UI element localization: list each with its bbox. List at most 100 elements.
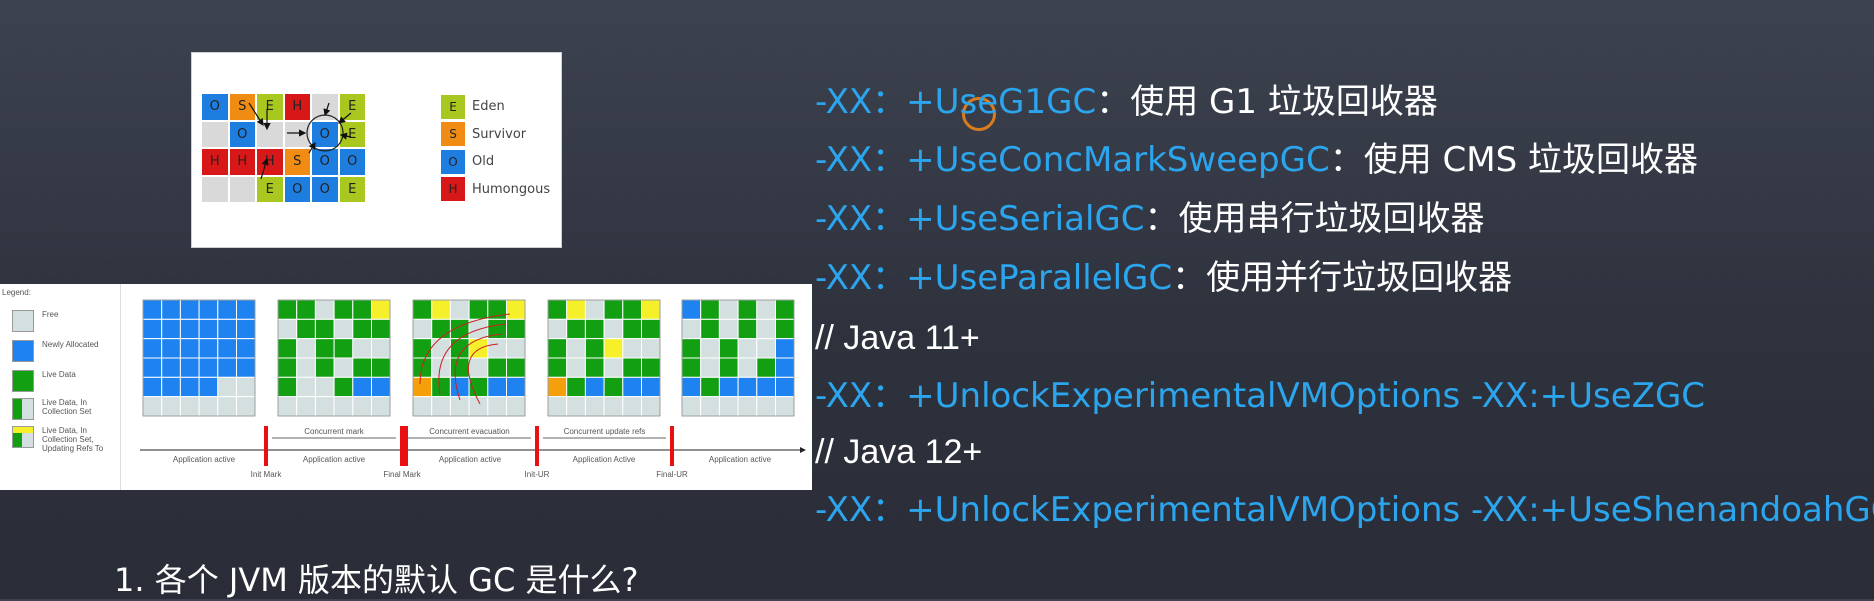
- shen-region-cell: [352, 299, 372, 320]
- shen-region-cell: [333, 299, 354, 320]
- shenandoah-phases-diagram: Legend: Free Newly Allocated Live Data Live…: [0, 284, 812, 490]
- pause-label: Final Mark: [383, 470, 421, 479]
- flag-option: +UseConcMarkSweepGC: [906, 140, 1330, 180]
- shen-region-cell: [449, 376, 470, 398]
- shen-region-cell: [681, 318, 702, 340]
- shen-region-cell: [775, 396, 795, 417]
- shen-region-cell: [566, 396, 586, 417]
- flag-description: ：使用串行垃圾回收器: [1144, 199, 1485, 239]
- shen-region-cell: [775, 318, 795, 340]
- shen-region-cell: [217, 318, 238, 340]
- shen-region-cell: [217, 376, 238, 398]
- shen-region-cell: [641, 376, 661, 398]
- shen-region-cell: [468, 299, 489, 320]
- shen-region-cell: [603, 318, 624, 340]
- shen-region-cell: [277, 357, 298, 378]
- shen-region-cell: [718, 396, 739, 417]
- g1-region-cell: O: [201, 93, 229, 121]
- shen-region-cell: [737, 396, 758, 417]
- g1-region-cell: [201, 175, 229, 203]
- shen-region-cell: [622, 357, 642, 378]
- shen-region-cell: [217, 357, 238, 378]
- shen-region-cell: [179, 299, 200, 320]
- g1-legend: E Eden S Survivor O Old H Humongous: [440, 93, 550, 203]
- shen-region-cell: [547, 338, 568, 359]
- app-phase-label: Application active: [303, 455, 366, 464]
- shen-region-cell: [277, 396, 298, 417]
- shen-region-cell: [468, 396, 489, 417]
- shen-region-cell: [566, 376, 586, 398]
- g1-region-cell: E: [256, 175, 284, 203]
- shen-region-cell: [371, 299, 391, 320]
- shen-region-cell: [161, 396, 181, 417]
- shen-region-cell: [487, 357, 507, 378]
- shen-region-cell: [277, 318, 298, 340]
- shen-region-cell: [296, 396, 316, 417]
- g1-region-cell: O: [228, 120, 256, 148]
- shen-region-cell: [718, 299, 739, 320]
- g1-region-cell: E: [338, 175, 366, 203]
- shen-region-cell: [681, 299, 702, 320]
- shen-region-cell: [603, 396, 624, 417]
- shen-region-cell: [179, 338, 200, 359]
- shen-region-cell: [352, 338, 372, 359]
- shen-region-cell: [737, 338, 758, 359]
- shen-region-cell: [296, 338, 316, 359]
- shen-region-cell: [681, 396, 702, 417]
- shen-region-cell: [277, 299, 298, 320]
- g1-legend-item: H Humongous: [440, 176, 550, 204]
- shen-region-cell: [371, 396, 391, 417]
- shen-region-cell: [352, 376, 372, 398]
- shen-region-cell: [296, 318, 316, 340]
- g1-region-cell: H: [256, 148, 284, 176]
- g1-region-grid: OSEHEOOEHHHSOOEOOE: [201, 93, 366, 203]
- shen-region-cell: [371, 357, 391, 378]
- shen-region-cell: [371, 318, 391, 340]
- shen-region-cell: [198, 357, 219, 378]
- timeline-arrowhead: [800, 447, 806, 453]
- shen-region-cell: [718, 338, 739, 359]
- shen-region-cell: [566, 338, 586, 359]
- shen-region-cell: [700, 318, 720, 340]
- shen-region-cell: [506, 299, 526, 320]
- shen-region-cell: [547, 376, 568, 398]
- shen-region-cell: [681, 376, 702, 398]
- shen-region-cell: [566, 357, 586, 378]
- shen-region-cell: [756, 376, 776, 398]
- pause-label: Final-UR: [656, 470, 688, 479]
- g1-legend-item: S Survivor: [440, 121, 550, 149]
- shen-region-cell: [622, 338, 642, 359]
- shen-region-cell: [314, 338, 335, 359]
- g1-region-cell: E: [256, 93, 284, 121]
- shen-region-cell: [566, 318, 586, 340]
- shen-region-cell: [333, 338, 354, 359]
- flag-option: +UseSerialGC: [906, 199, 1145, 239]
- app-phase-label: Application active: [439, 455, 502, 464]
- pause-marker: [670, 426, 674, 466]
- shen-region-cell: [756, 338, 776, 359]
- shenandoah-timeline: Init Mark Final Mark Init-UR Final-UR Applic…: [140, 299, 806, 479]
- shen-region-cell: [775, 338, 795, 359]
- shen-region-cell: [641, 299, 661, 320]
- pause-label: Init-UR: [525, 470, 550, 479]
- shen-region-cell: [277, 376, 298, 398]
- flag-line: -XX：+UseSerialGC：使用串行垃圾回收器: [815, 199, 1484, 239]
- shen-region-cell: [217, 396, 238, 417]
- shen-region-cell: [737, 318, 758, 340]
- shen-region-cell: [641, 357, 661, 378]
- pause-label: Init Mark: [251, 470, 283, 479]
- g1-region-cell: S: [283, 148, 311, 176]
- shen-region-cell: [236, 299, 256, 320]
- shen-region-cell: [584, 376, 605, 398]
- g1-legend-swatch: O: [440, 148, 466, 175]
- g1-region-cell: H: [201, 148, 229, 176]
- shen-region-cell: [431, 318, 451, 340]
- shen-region-cell: [333, 396, 354, 417]
- flag-prefix: -XX：: [815, 199, 907, 239]
- concurrent-phase-label: Concurrent mark: [304, 427, 365, 436]
- pause-marker: [400, 426, 408, 466]
- g1-legend-swatch: H: [440, 176, 466, 203]
- shen-region-cell: [352, 396, 372, 417]
- shen-region-cell: [314, 396, 335, 417]
- shen-region-cell: [506, 357, 526, 378]
